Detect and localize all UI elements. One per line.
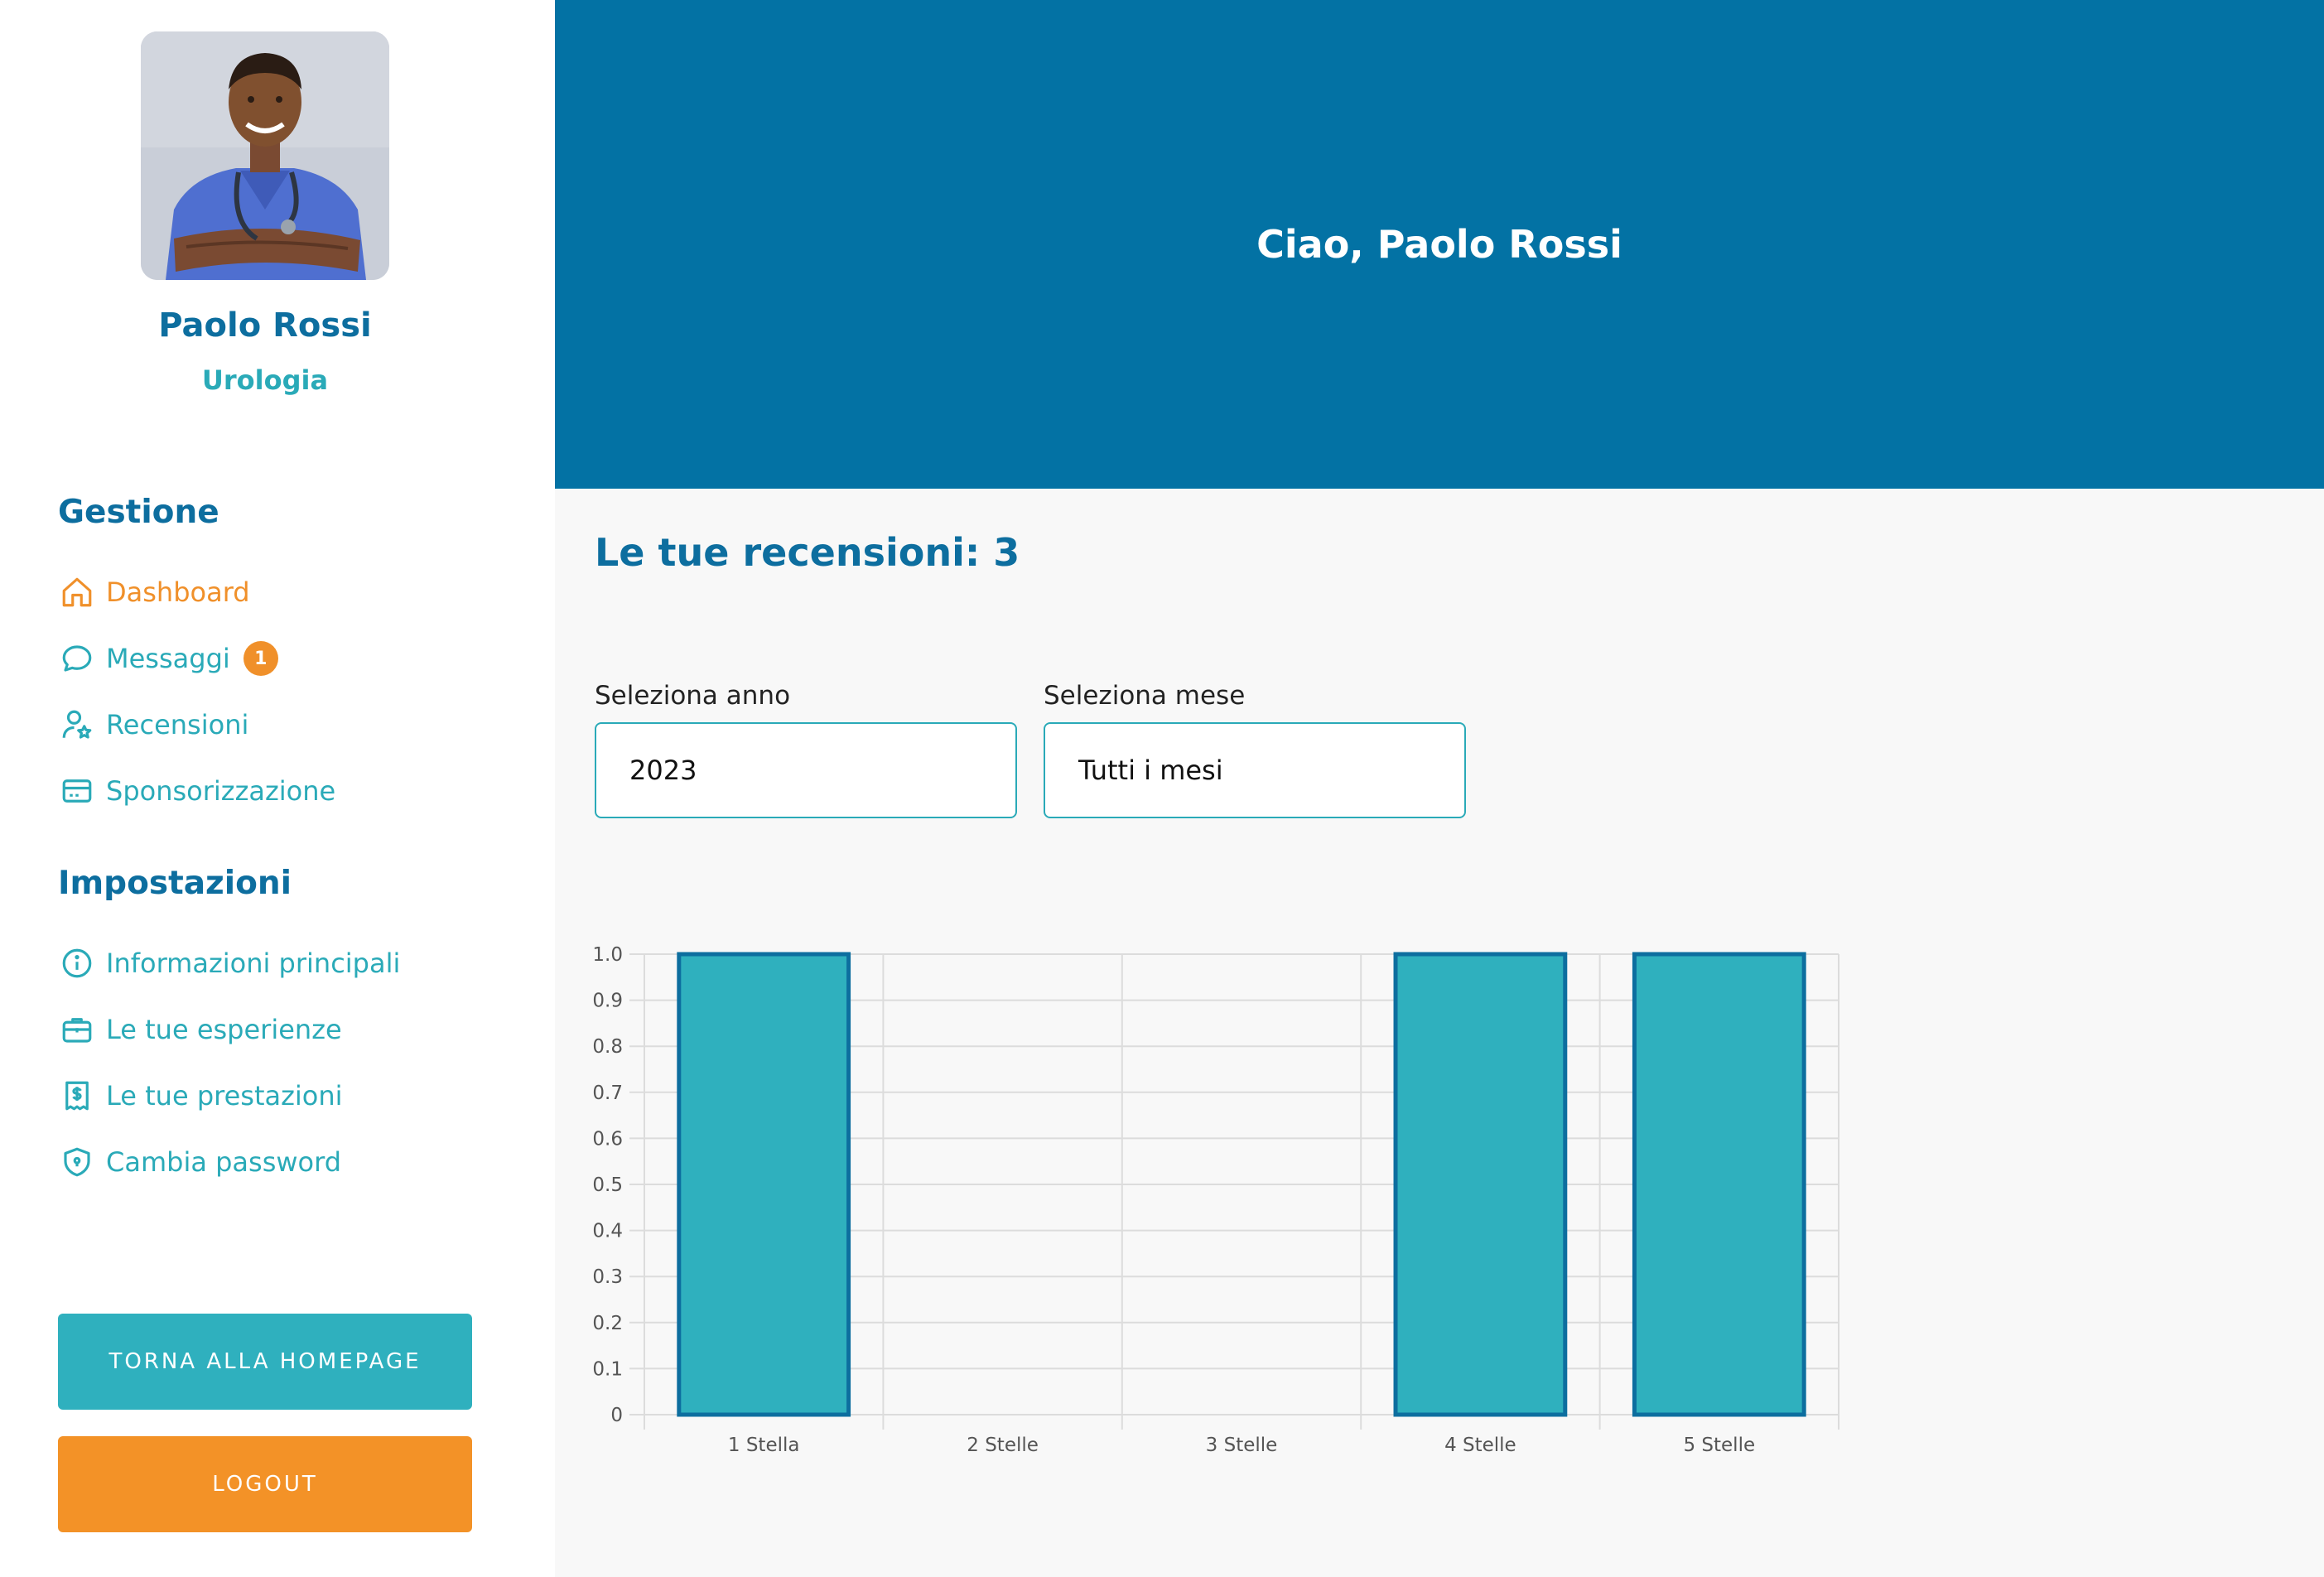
sidebar-item-label: Dashboard (106, 576, 250, 608)
sidebar-item-reviews[interactable]: Recensioni (58, 704, 248, 745)
section-title-settings: Impostazioni (58, 865, 292, 902)
back-to-homepage-button[interactable]: TORNA ALLA HOMEPAGE (58, 1314, 472, 1410)
sidebar-item-messages[interactable]: Messaggi 1 (58, 638, 278, 679)
reviews-bar-chart: 0 0.1 0.2 0.3 0.4 0.5 0.6 0.7 0.8 0.9 1.0 1 Stella 2… (592, 944, 1839, 1456)
sidebar-item-label: Recensioni (106, 709, 249, 740)
home-icon (58, 573, 96, 611)
y-tick-label: 0.7 (592, 1083, 623, 1104)
sidebar-item-label: Sponsorizzazione (106, 775, 336, 807)
sidebar-item-label: Le tue prestazioni (106, 1080, 343, 1112)
receipt-dollar-icon (58, 1077, 96, 1115)
month-select-value: Tutti i mesi (1078, 755, 1223, 786)
reviews-count-title: Le tue recensioni: 3 (595, 530, 1020, 575)
x-tick-label: 2 Stelle (967, 1435, 1039, 1456)
greeting-title: Ciao, Paolo Rossi (1256, 222, 1622, 267)
x-tick-label: 4 Stelle (1444, 1435, 1516, 1456)
year-select-label: Seleziona anno (595, 681, 791, 711)
month-select[interactable]: Tutti i mesi (1044, 722, 1466, 818)
unread-messages-badge: 1 (243, 641, 278, 676)
section-title-management: Gestione (58, 494, 219, 531)
bar (1393, 952, 1568, 1417)
sidebar-item-label: Cambia password (106, 1146, 342, 1178)
y-tick-label: 0.1 (592, 1358, 623, 1380)
doctor-name: Paolo Rossi (158, 306, 372, 345)
doctor-avatar (141, 31, 389, 280)
sidebar-item-dashboard[interactable]: Dashboard (58, 571, 250, 613)
welcome-banner: Ciao, Paolo Rossi (555, 0, 2324, 489)
x-tick-label: 3 Stelle (1206, 1435, 1278, 1456)
y-tick-label: 0 (610, 1405, 623, 1426)
sidebar-item-change-password[interactable]: Cambia password (58, 1141, 341, 1183)
y-tick-label: 0.4 (592, 1221, 623, 1242)
year-select[interactable]: 2023 (595, 722, 1017, 818)
y-tick-label: 0.9 (592, 991, 623, 1012)
y-tick-label: 0.2 (592, 1313, 623, 1334)
credit-card-icon (58, 772, 96, 810)
info-icon (58, 944, 96, 982)
sidebar-item-label: Messaggi (106, 643, 230, 674)
sidebar-item-experiences[interactable]: Le tue esperienze (58, 1009, 342, 1050)
y-tick-label: 1.0 (592, 944, 623, 966)
y-tick-label: 0.8 (592, 1036, 623, 1058)
sidebar-item-sponsorship[interactable]: Sponsorizzazione (58, 770, 335, 812)
doctor-photo-icon (141, 31, 389, 280)
sidebar-item-label: Le tue esperienze (106, 1014, 342, 1045)
x-tick-label: 5 Stelle (1683, 1435, 1755, 1456)
doctor-specialty: Urologia (201, 364, 329, 396)
sidebar-item-label: Informazioni principali (106, 948, 401, 979)
x-tick-label: 1 Stella (728, 1435, 800, 1456)
month-select-label: Seleziona mese (1044, 681, 1246, 711)
y-tick-label: 0.5 (592, 1174, 623, 1196)
shield-icon (58, 1143, 96, 1181)
logout-button[interactable]: LOGOUT (58, 1436, 472, 1532)
briefcase-icon (58, 1010, 96, 1049)
sidebar-item-main-info[interactable]: Informazioni principali (58, 943, 400, 984)
year-select-value: 2023 (629, 755, 697, 786)
chat-bubble-icon (58, 639, 96, 678)
sidebar-item-services[interactable]: Le tue prestazioni (58, 1075, 343, 1116)
bar (677, 952, 851, 1417)
user-star-icon (58, 706, 96, 744)
y-tick-label: 0.6 (592, 1128, 623, 1150)
sidebar: Paolo Rossi Urologia Gestione Dashboard … (0, 0, 555, 1577)
bar (1632, 952, 1806, 1417)
y-tick-label: 0.3 (592, 1266, 623, 1288)
